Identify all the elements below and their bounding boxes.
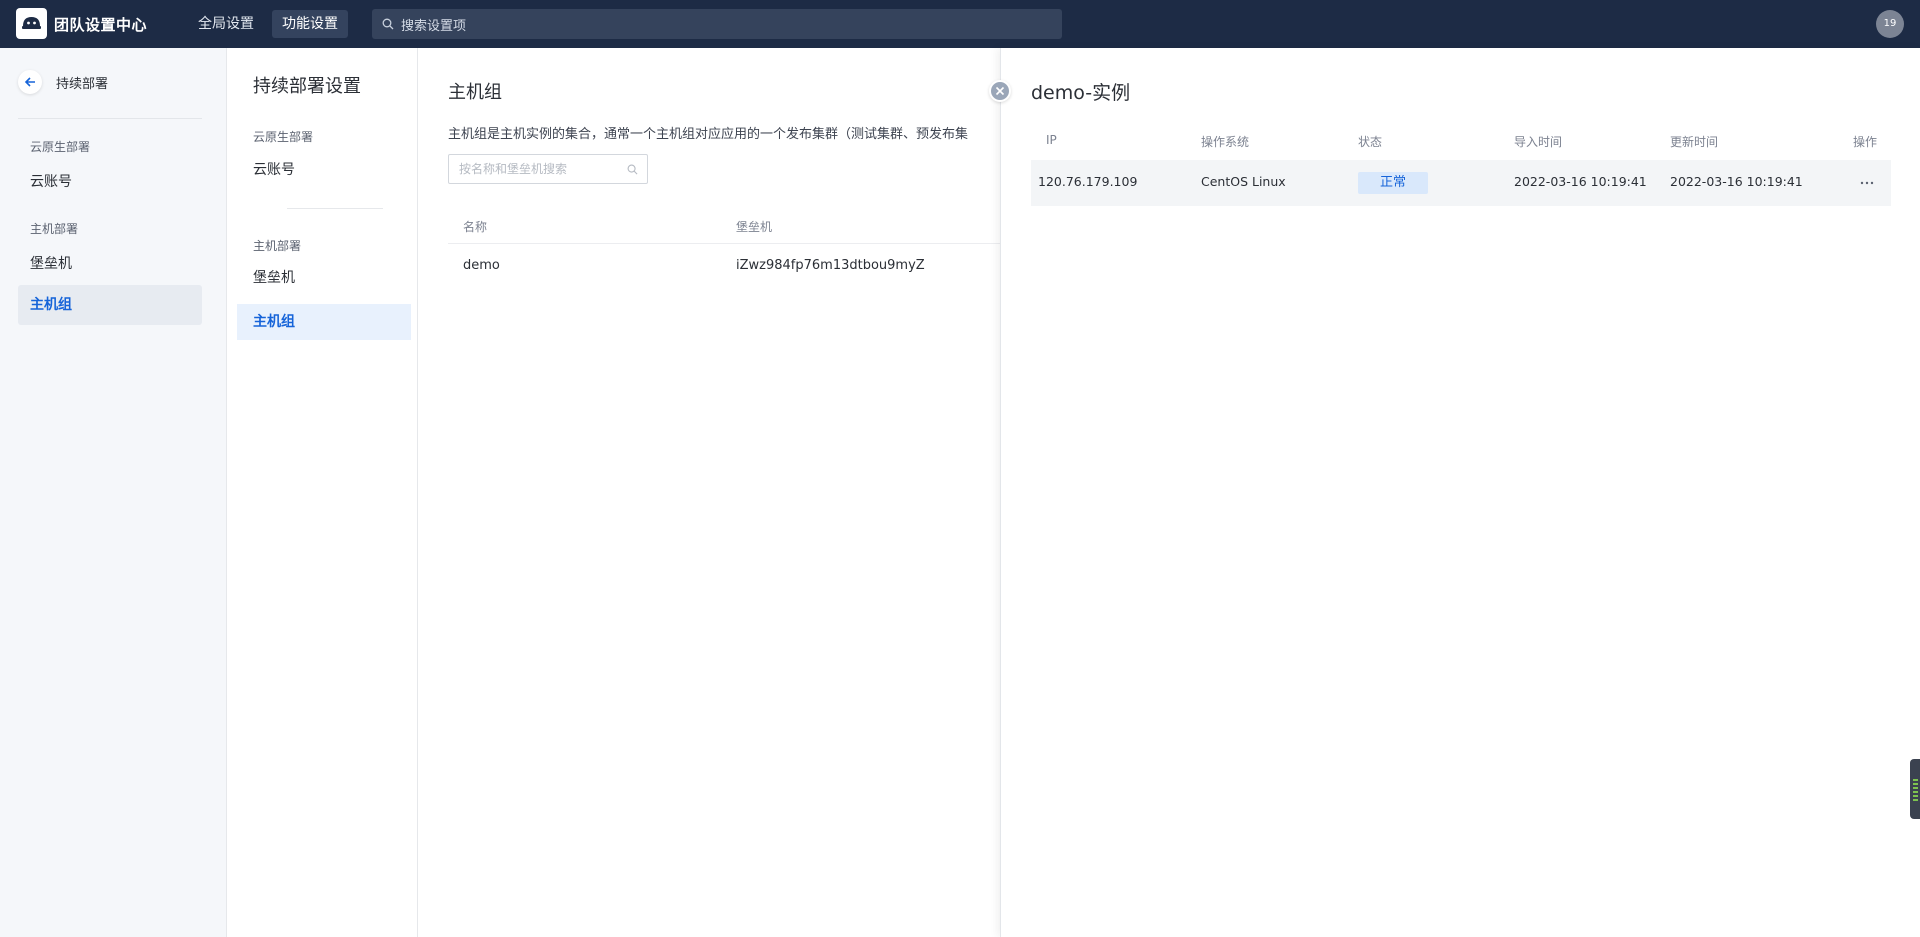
drawer-title: demo-实例 — [1031, 82, 1131, 104]
sidebar-item-host-group[interactable]: 主机组 — [18, 285, 202, 325]
sidebar-item-cloud-account[interactable]: 云账号 — [18, 162, 202, 202]
settings-item-bastion[interactable]: 堡垒机 — [237, 260, 411, 296]
cell-name: demo — [463, 258, 500, 273]
settings-item-host-group[interactable]: 主机组 — [237, 304, 411, 340]
app-title: 团队设置中心 — [54, 16, 148, 34]
cell-ip: 120.76.179.109 — [1038, 174, 1138, 189]
column-header-name: 名称 — [463, 220, 488, 234]
tab-global-settings[interactable]: 全局设置 — [188, 10, 264, 38]
cell-os: CentOS Linux — [1201, 174, 1286, 189]
table-header: 名称 堡垒机 — [448, 210, 1000, 244]
column-header-bastion: 堡垒机 — [736, 220, 773, 234]
column-header-actions: 操作 — [1853, 135, 1878, 149]
app-logo[interactable] — [16, 8, 47, 39]
sidebar-item-bastion[interactable]: 堡垒机 — [18, 244, 202, 284]
status-badge: 正常 — [1358, 172, 1428, 194]
settings-panel-title: 持续部署设置 — [253, 76, 361, 97]
divider — [18, 118, 202, 119]
user-avatar[interactable]: 19 — [1876, 10, 1904, 38]
column-header-ip: IP — [1046, 133, 1057, 147]
page-description: 主机组是主机实例的集合，通常一个主机组对应应用的一个发布集群（测试集群、预发布集 — [448, 127, 969, 142]
sidebar-group-host: 主机部署 — [30, 222, 79, 236]
search-placeholder: 搜索设置项 — [401, 19, 467, 34]
column-header-imported: 导入时间 — [1514, 135, 1563, 149]
table-row[interactable]: 120.76.179.109 CentOS Linux 正常 2022-03-1… — [1031, 160, 1891, 206]
search-icon — [627, 164, 638, 175]
cell-bastion: iZwz984fp76m13dtbou9myZ — [736, 258, 925, 273]
host-group-search-input[interactable] — [459, 162, 619, 176]
logo-icon — [22, 17, 41, 29]
divider — [287, 208, 383, 209]
settings-panel: 持续部署设置 云原生部署 云账号 主机部署 堡垒机 主机组 — [226, 48, 418, 937]
back-arrow-icon — [18, 70, 42, 94]
global-search-input[interactable]: 搜索设置项 — [372, 9, 1062, 39]
page-title: 主机组 — [448, 82, 502, 103]
feedback-handle[interactable] — [1910, 759, 1920, 819]
search-icon — [382, 18, 394, 30]
sidebar-group-cloud-native: 云原生部署 — [30, 140, 91, 154]
settings-group-host: 主机部署 — [253, 239, 302, 253]
cell-updated-time: 2022-03-16 10:19:41 — [1670, 174, 1803, 189]
instance-drawer: demo-实例 IP 操作系统 状态 导入时间 更新时间 操作 120.76.1… — [1000, 48, 1920, 937]
close-drawer-button[interactable] — [989, 80, 1011, 102]
sidebar: 持续部署 云原生部署 云账号 主机部署 堡垒机 主机组 — [0, 48, 226, 937]
more-icon[interactable] — [1857, 173, 1877, 193]
settings-item-cloud-account[interactable]: 云账号 — [237, 152, 411, 188]
column-header-updated: 更新时间 — [1670, 135, 1719, 149]
tab-feature-settings[interactable]: 功能设置 — [272, 10, 348, 38]
column-header-os: 操作系统 — [1201, 135, 1250, 149]
table-row[interactable]: demo iZwz984fp76m13dtbou9myZ — [448, 244, 1000, 288]
settings-group-cloud-native: 云原生部署 — [253, 130, 314, 144]
table-header: IP 操作系统 状态 导入时间 更新时间 操作 — [1031, 131, 1891, 159]
close-icon — [995, 86, 1005, 96]
main-content: 主机组 主机组是主机实例的集合，通常一个主机组对应应用的一个发布集群（测试集群、… — [418, 48, 1000, 937]
cell-imported-time: 2022-03-16 10:19:41 — [1514, 174, 1647, 189]
back-label: 持续部署 — [56, 77, 109, 92]
host-group-search[interactable] — [448, 154, 648, 184]
top-bar: 团队设置中心 全局设置 功能设置 搜索设置项 19 — [0, 0, 1920, 48]
column-header-status: 状态 — [1358, 135, 1383, 149]
